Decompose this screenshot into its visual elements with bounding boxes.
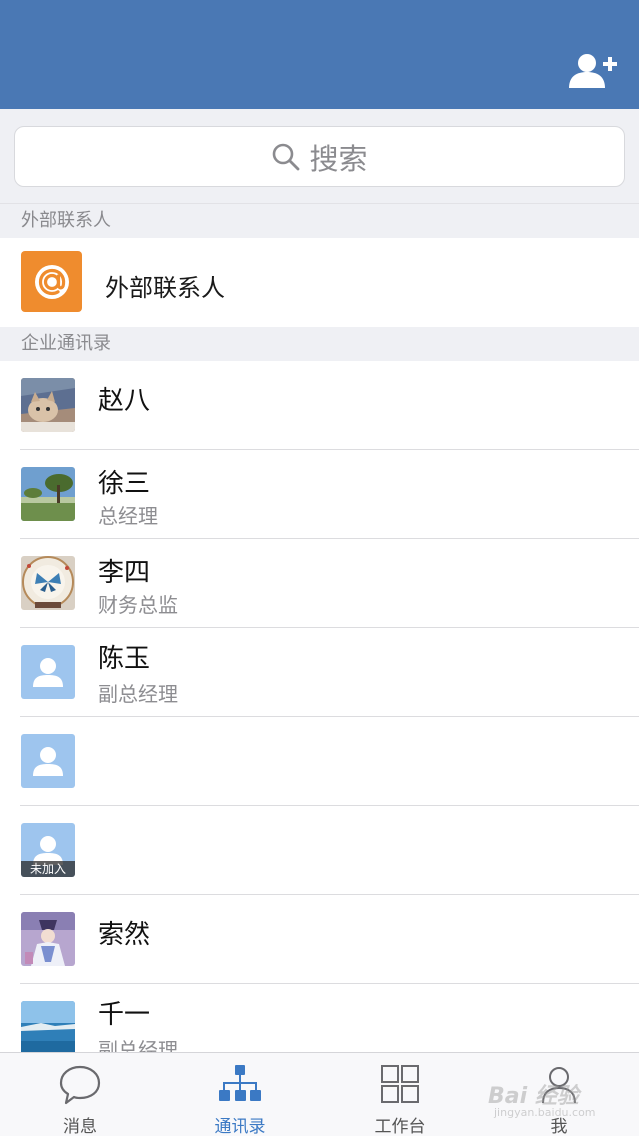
- not-joined-badge: 未加入: [21, 861, 75, 877]
- contact-name: 徐三: [98, 469, 151, 499]
- add-contact-icon[interactable]: [567, 48, 619, 96]
- contact-name: 陈玉: [98, 644, 151, 674]
- baidu-watermark: Bai 经验 jingyan.baidu.com: [488, 1064, 628, 1124]
- search-bar-container: 搜索: [0, 109, 639, 204]
- tab-contacts-label: 通讯录: [214, 1117, 266, 1136]
- at-sign-icon: [21, 251, 82, 312]
- external-contacts-row[interactable]: 外部联系人: [0, 238, 639, 327]
- section-header-enterprise: 企业通讯录: [0, 327, 639, 361]
- contact-row[interactable]: 赵八: [0, 361, 639, 450]
- search-input[interactable]: 搜索: [14, 126, 625, 187]
- avatar: [21, 467, 75, 521]
- contact-list: 赵八 徐三 总经理 李四 财务总监 陈玉 副总经理 未加入 索然 千一 副总经理: [0, 361, 639, 1052]
- contact-title: 副总经理: [98, 682, 178, 706]
- default-person-icon: 未加入: [21, 823, 75, 877]
- contact-title: 财务总监: [98, 593, 178, 617]
- tab-messages[interactable]: 消息: [0, 1053, 160, 1136]
- avatar: [21, 556, 75, 610]
- contact-title: 副总经理: [98, 1038, 178, 1052]
- contact-title: 总经理: [98, 504, 158, 528]
- contact-name: 千一: [98, 1000, 151, 1030]
- tab-workbench-label: 工作台: [374, 1117, 426, 1136]
- contact-row[interactable]: 千一 副总经理: [0, 984, 639, 1052]
- contact-name: 赵八: [98, 386, 151, 416]
- default-person-icon: [21, 645, 75, 699]
- external-contacts-label: 外部联系人: [105, 274, 225, 302]
- search-icon: [273, 143, 300, 170]
- contact-row[interactable]: 徐三 总经理: [0, 450, 639, 539]
- grid-apps-icon: [381, 1065, 419, 1103]
- contact-row[interactable]: [0, 717, 639, 806]
- app-screen: 搜索 外部联系人 外部联系人 企业通讯录 赵八 徐三 总经理 李四 财务总监 陈…: [0, 0, 639, 1136]
- avatar: [21, 378, 75, 432]
- tab-messages-label: 消息: [63, 1117, 97, 1136]
- avatar: [21, 1001, 75, 1052]
- contact-row[interactable]: 李四 财务总监: [0, 539, 639, 628]
- contact-row[interactable]: 陈玉 副总经理: [0, 628, 639, 717]
- contact-name: 李四: [98, 558, 151, 588]
- top-header: [0, 0, 639, 109]
- section-header-external: 外部联系人: [0, 204, 639, 238]
- avatar: [21, 912, 75, 966]
- chat-bubble-icon: [59, 1065, 101, 1105]
- contact-row[interactable]: 未加入: [0, 806, 639, 895]
- watermark-sub: jingyan.baidu.com: [494, 1106, 596, 1119]
- contact-row[interactable]: 索然: [0, 895, 639, 984]
- tab-contacts[interactable]: 通讯录: [160, 1053, 320, 1136]
- contact-name: 索然: [98, 920, 151, 950]
- org-chart-icon: [219, 1065, 261, 1101]
- default-person-icon: [21, 734, 75, 788]
- tab-workbench[interactable]: 工作台: [320, 1053, 480, 1136]
- search-placeholder: 搜索: [309, 141, 368, 176]
